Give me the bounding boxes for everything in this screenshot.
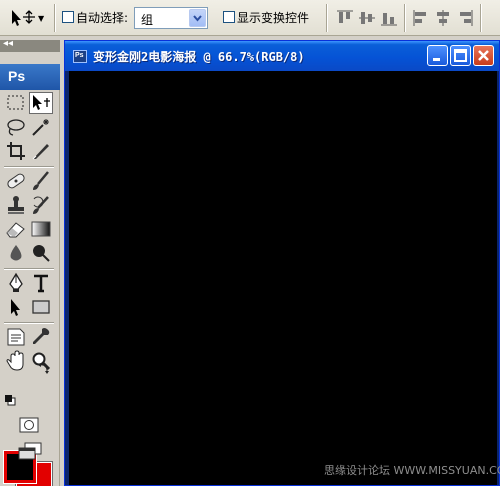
pen-tool-icon[interactable] — [4, 272, 28, 294]
blur-tool-icon[interactable] — [4, 242, 28, 264]
dodge-tool-icon[interactable] — [29, 242, 53, 264]
align-right-icon[interactable] — [456, 9, 474, 27]
crop-tool-icon[interactable] — [4, 140, 28, 162]
rectangle-shape-icon[interactable] — [29, 296, 53, 318]
eyedropper-tool-icon[interactable] — [29, 326, 53, 348]
divider — [404, 4, 406, 32]
clone-stamp-icon[interactable] — [4, 194, 28, 216]
photoshop-logo-header[interactable]: Ps — [0, 64, 60, 90]
divider — [4, 166, 54, 168]
align-left-icon[interactable] — [412, 9, 430, 27]
document-icon-label: Ps — [75, 52, 84, 59]
maximize-icon — [454, 49, 467, 62]
move-tool-icon — [12, 10, 35, 26]
brush-tool-icon[interactable] — [29, 170, 53, 192]
type-tool-icon[interactable] — [29, 272, 53, 294]
document-window: Ps 变形金刚2电影海报 @ 66.7%(RGB/8) — [64, 40, 500, 486]
collapse-icon[interactable]: ◂◂ — [3, 38, 13, 49]
document-canvas[interactable] — [69, 71, 497, 485]
magic-wand-tool-icon[interactable] — [29, 116, 53, 138]
quick-mask-icon[interactable] — [17, 414, 41, 436]
divider — [54, 4, 56, 32]
watermark-text: 思缘设计论坛 WWW.MISSYUAN.COM — [324, 464, 500, 477]
divider — [480, 4, 482, 32]
options-bar: ▼ 自动选择: 组 显示变换控件 — [0, 0, 500, 36]
show-transform-checkbox[interactable] — [223, 11, 235, 23]
move-tool-icon[interactable] — [29, 92, 53, 114]
swap-colors-icon[interactable] — [38, 362, 50, 374]
notes-tool-icon[interactable] — [4, 326, 28, 348]
divider — [326, 4, 328, 32]
maximize-button[interactable] — [450, 45, 471, 66]
healing-brush-icon[interactable] — [4, 170, 28, 192]
show-transform-label: 显示变换控件 — [237, 11, 310, 25]
divider — [4, 268, 54, 270]
slice-tool-icon[interactable] — [29, 140, 53, 162]
close-icon — [478, 50, 489, 61]
chevron-down-icon: ▼ — [38, 14, 45, 23]
align-horizontal-center-icon[interactable] — [434, 9, 452, 27]
document-title-bar[interactable]: Ps 变形金刚2电影海报 @ 66.7%(RGB/8) — [65, 41, 499, 71]
path-selection-icon[interactable] — [4, 296, 28, 318]
hand-tool-icon[interactable] — [4, 350, 28, 372]
minimize-button[interactable] — [427, 45, 448, 66]
marquee-tool-icon[interactable] — [4, 92, 28, 114]
auto-select-label: 自动选择: — [76, 11, 129, 25]
dropdown-button[interactable] — [189, 9, 206, 27]
auto-select-value: 组 — [141, 13, 154, 27]
align-top-icon[interactable] — [336, 9, 354, 27]
close-button[interactable] — [473, 45, 494, 66]
screen-mode-icon[interactable] — [17, 440, 42, 462]
document-title: 变形金刚2电影海报 @ 66.7%(RGB/8) — [93, 50, 305, 64]
document-icon: Ps — [73, 50, 87, 63]
eraser-tool-icon[interactable] — [4, 218, 28, 240]
auto-select-checkbox[interactable] — [62, 11, 74, 23]
minimize-icon — [433, 58, 440, 61]
toolbox-grip[interactable]: ◂◂ — [0, 38, 60, 52]
divider — [4, 322, 54, 324]
align-vertical-center-icon[interactable] — [358, 9, 376, 27]
toolbox-body — [0, 90, 60, 486]
history-brush-icon[interactable] — [29, 194, 53, 216]
ps-logo: Ps — [8, 68, 26, 84]
lasso-tool-icon[interactable] — [4, 116, 28, 138]
auto-select-dropdown[interactable]: 组 — [134, 7, 208, 29]
tool-preset-picker[interactable]: ▼ — [6, 8, 48, 28]
default-colors-icon[interactable] — [4, 394, 16, 406]
align-bottom-icon[interactable] — [380, 9, 398, 27]
chevron-down-icon — [193, 15, 202, 22]
gradient-tool-icon[interactable] — [29, 218, 53, 240]
